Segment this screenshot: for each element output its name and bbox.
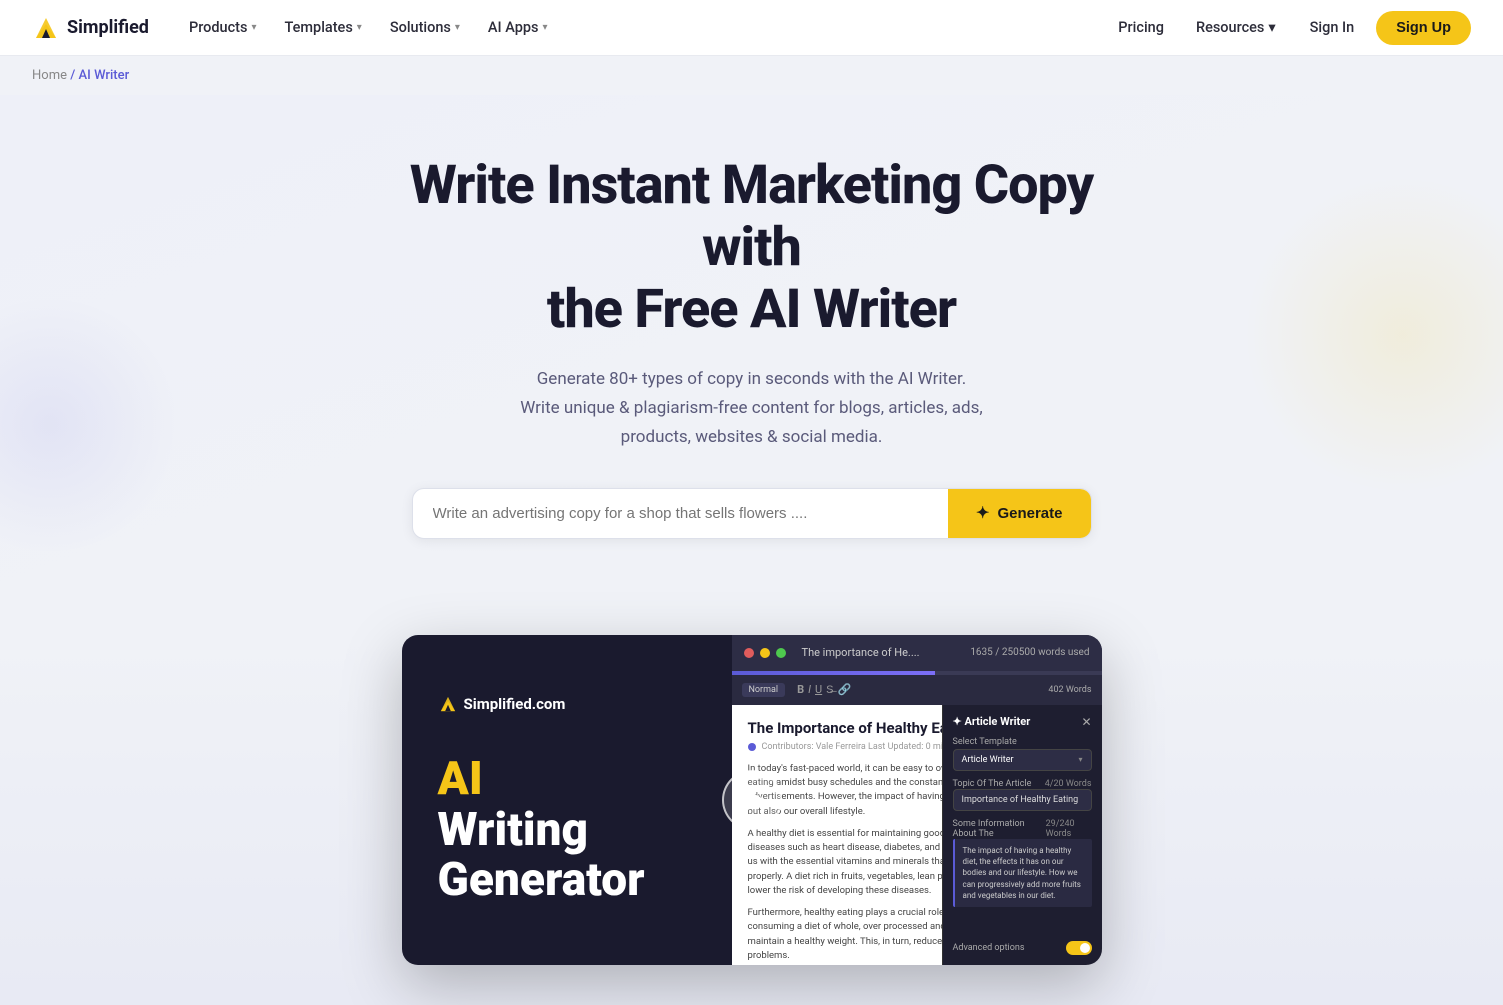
nav-right: Pricing Resources ▾ Sign In Sign Up [1106,11,1471,45]
video-brand: Simplified.com [438,694,706,714]
video-preview: Simplified.com AI WritingGenerator The i… [402,635,1102,965]
logo-icon [32,14,60,42]
ai-topic-count: 4/20 Words [1045,779,1092,789]
ai-info-content: The impact of having a healthy diet, the… [953,839,1092,907]
products-chevron-icon: ▾ [251,22,256,33]
doc-word-count: 402 Words [1048,685,1091,695]
link-icon[interactable]: 🔗 [838,683,852,696]
video-title: AI WritingGenerator [438,754,706,906]
nav-templates[interactable]: Templates ▾ [273,11,374,44]
video-brand-logo: Simplified.com [438,694,566,714]
navbar: Simplified Products ▾ Templates ▾ Soluti… [0,0,1503,56]
ai-select-arrow-icon: ▾ [1078,755,1082,764]
ai-topic-label: Topic Of The Article [953,779,1032,789]
video-right-panel: The importance of He.... 1635 / 250500 w… [732,635,1102,965]
ai-panel-header: ✦ Article Writer ✕ [953,715,1092,729]
doc-meta-dot [748,743,756,751]
ai-template-label: Select Template [953,737,1092,747]
ai-info-header: Some Information About The 29/240 Words [953,819,1092,839]
play-button[interactable] [722,770,782,830]
ai-writer-panel: ✦ Article Writer ✕ Select Template Artic… [942,705,1102,965]
doc-topbar-title: The importance of He.... [802,646,965,659]
aiapps-chevron-icon: ▾ [542,22,547,33]
video-preview-container: Simplified.com AI WritingGenerator The i… [0,635,1503,1005]
topbar-dot-green [776,648,786,658]
search-bar: ✦ Generate [412,488,1092,539]
toolbar-style-tag[interactable]: Normal [742,683,786,697]
hero-subtitle: Generate 80+ types of copy in seconds wi… [472,365,1032,452]
breadcrumb-separator: / [70,68,75,83]
video-title-rest: WritingGenerator [438,805,706,906]
nav-pricing[interactable]: Pricing [1106,11,1176,44]
hero-title: Write Instant Marketing Copy with the Fr… [372,155,1132,341]
strikethrough-icon[interactable]: S̶ [826,683,833,696]
ai-topic-header: Topic Of The Article 4/20 Words [953,779,1092,789]
ai-advanced-toggle[interactable] [1066,941,1092,955]
ai-advanced-label: Advanced options [953,943,1025,953]
toolbar-icons: B I U S̶ 🔗 [797,683,851,696]
doc-word-usage: 1635 / 250500 words used [970,647,1089,658]
generate-icon: ✦ [976,503,989,523]
underline-icon[interactable]: U [815,683,822,696]
nav-resources[interactable]: Resources ▾ [1184,11,1288,44]
solutions-chevron-icon: ▾ [455,22,460,33]
video-title-ai: AI [438,754,706,805]
doc-content: The Importance of Healthy Eating Contrib… [732,705,1102,965]
nav-signin-button[interactable]: Sign In [1296,11,1369,44]
ai-info-label: Some Information About The [953,819,1046,839]
resources-chevron-icon: ▾ [1268,19,1275,36]
ai-info-count: 29/240 Words [1046,819,1092,839]
ai-topic-input[interactable]: Importance of Healthy Eating [953,789,1092,811]
nav-links: Products ▾ Templates ▾ Solutions ▾ AI Ap… [177,11,1106,44]
ai-advanced-options: Advanced options [953,941,1092,955]
italic-icon[interactable]: I [808,683,811,696]
generate-button[interactable]: ✦ Generate [948,489,1090,538]
logo-text: Simplified [67,17,149,38]
video-logo-icon [438,694,458,714]
topbar-dot-red [744,648,754,658]
nav-signup-button[interactable]: Sign Up [1376,11,1471,45]
search-input[interactable] [413,489,949,538]
bg-blob-right [1243,175,1503,495]
ai-panel-title: ✦ Article Writer [953,715,1031,728]
templates-chevron-icon: ▾ [357,22,362,33]
ai-panel-close-icon[interactable]: ✕ [1081,715,1091,729]
breadcrumb: Home / AI Writer [0,56,1503,95]
ai-topic-section: Topic Of The Article 4/20 Words Importan… [953,779,1092,811]
nav-products[interactable]: Products ▾ [177,11,269,44]
bold-icon[interactable]: B [797,683,804,696]
breadcrumb-current: AI Writer [79,68,130,83]
ai-template-select[interactable]: Article Writer ▾ [953,749,1092,771]
bg-blob-left [0,295,180,555]
topbar-dot-yellow [760,648,770,658]
video-brand-text: Simplified.com [464,695,566,713]
nav-solutions[interactable]: Solutions ▾ [378,11,472,44]
doc-topbar: The importance of He.... 1635 / 250500 w… [732,635,1102,671]
ai-info-section: Some Information About The 29/240 Words … [953,819,1092,907]
doc-toolbar: Normal B I U S̶ 🔗 402 Words [732,675,1102,705]
logo-link[interactable]: Simplified [32,14,149,42]
nav-aiapps[interactable]: AI Apps ▾ [476,11,560,44]
breadcrumb-home[interactable]: Home [32,68,67,83]
ai-template-section: Select Template Article Writer ▾ [953,737,1092,771]
video-left-panel: Simplified.com AI WritingGenerator [402,654,742,946]
hero-section: Write Instant Marketing Copy with the Fr… [0,95,1503,635]
